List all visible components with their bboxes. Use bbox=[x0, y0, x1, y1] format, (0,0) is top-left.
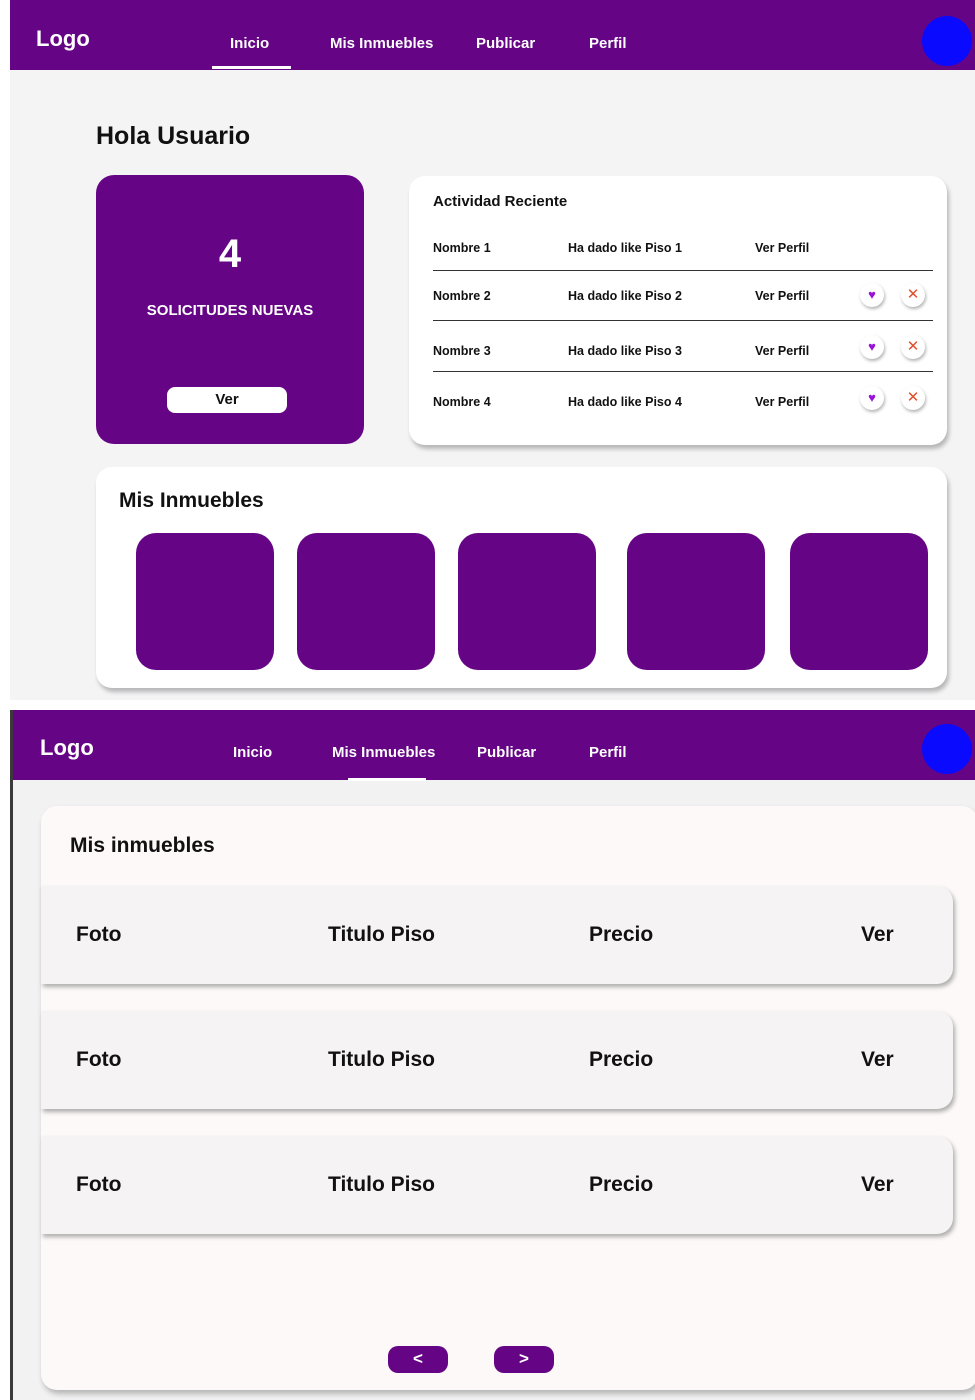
recent-activity-card: Actividad Reciente Nombre 1 Ha dado like… bbox=[409, 176, 947, 445]
view-profile-link[interactable]: Ver Perfil bbox=[755, 241, 809, 255]
avatar[interactable] bbox=[922, 16, 972, 66]
top-nav: Logo Inicio Mis Inmuebles Publicar Perfi… bbox=[13, 710, 975, 781]
activity-row: Nombre 2 Ha dado like Piso 2 Ver Perfil bbox=[433, 289, 933, 319]
close-icon[interactable]: ✕ bbox=[901, 283, 925, 307]
title-cell: Titulo Piso bbox=[328, 923, 435, 946]
nav-item-perfil[interactable]: Perfil bbox=[589, 744, 627, 761]
view-button[interactable]: Ver bbox=[861, 1173, 894, 1197]
price-cell: Precio bbox=[589, 1048, 654, 1071]
prev-page-button[interactable]: < bbox=[388, 1346, 448, 1373]
row-divider bbox=[433, 320, 933, 321]
nav-active-indicator bbox=[348, 778, 426, 781]
activity-row: Nombre 3 Ha dado like Piso 3 Ver Perfil bbox=[433, 344, 933, 374]
view-profile-link[interactable]: Ver Perfil bbox=[755, 289, 809, 303]
property-tile[interactable] bbox=[790, 533, 928, 670]
property-tile[interactable] bbox=[458, 533, 596, 670]
top-nav: Logo Inicio Mis Inmuebles Publicar Perfi… bbox=[10, 0, 975, 70]
view-button[interactable]: Ver bbox=[861, 923, 894, 947]
nav-item-perfil[interactable]: Perfil bbox=[589, 35, 627, 52]
next-page-button[interactable]: > bbox=[494, 1346, 554, 1373]
requests-card: 4 SOLICITUDES NUEVAS Ver bbox=[96, 175, 364, 444]
close-icon[interactable]: ✕ bbox=[901, 386, 925, 410]
activity-action: Ha dado like Piso 1 bbox=[568, 241, 682, 255]
heart-icon[interactable]: ♥ bbox=[860, 386, 884, 410]
requests-label: SOLICITUDES NUEVAS bbox=[146, 302, 314, 319]
page-title: Hola Usuario bbox=[96, 122, 251, 150]
activity-row: Nombre 1 Ha dado like Piso 1 Ver Perfil bbox=[433, 241, 933, 271]
activity-name: Nombre 2 bbox=[433, 289, 491, 303]
listing-canvas: Logo Inicio Mis Inmuebles Publicar Perfi… bbox=[10, 710, 975, 1400]
activity-action: Ha dado like Piso 3 bbox=[568, 344, 682, 358]
requests-count: 4 bbox=[218, 232, 242, 276]
activity-action: Ha dado like Piso 2 bbox=[568, 289, 682, 303]
nav-item-publicar[interactable]: Publicar bbox=[476, 35, 535, 52]
title-cell: Titulo Piso bbox=[328, 1173, 435, 1196]
table-row[interactable]: Foto Titulo Piso Precio Ver bbox=[41, 1136, 953, 1234]
dashboard-canvas: Logo Inicio Mis Inmuebles Publicar Perfi… bbox=[10, 0, 975, 700]
view-profile-link[interactable]: Ver Perfil bbox=[755, 395, 809, 409]
page-title: Mis inmuebles bbox=[70, 834, 215, 857]
property-tile[interactable] bbox=[297, 533, 435, 670]
logo[interactable]: Logo bbox=[36, 26, 90, 52]
view-requests-button[interactable]: Ver bbox=[167, 387, 287, 413]
nav-item-mis-inmuebles[interactable]: Mis Inmuebles bbox=[332, 744, 435, 761]
title-cell: Titulo Piso bbox=[328, 1048, 435, 1071]
photo-cell: Foto bbox=[76, 923, 122, 946]
price-cell: Precio bbox=[589, 1173, 654, 1196]
close-icon[interactable]: ✕ bbox=[901, 335, 925, 359]
heart-icon[interactable]: ♥ bbox=[860, 335, 884, 359]
nav-item-mis-inmuebles[interactable]: Mis Inmuebles bbox=[330, 35, 433, 52]
properties-title: Mis Inmuebles bbox=[119, 489, 264, 512]
activity-name: Nombre 4 bbox=[433, 395, 491, 409]
activity-row: Nombre 4 Ha dado like Piso 4 Ver Perfil bbox=[433, 395, 933, 425]
listing-screen: Logo Inicio Mis Inmuebles Publicar Perfi… bbox=[0, 710, 975, 1400]
row-divider bbox=[433, 371, 933, 372]
nav-item-publicar[interactable]: Publicar bbox=[477, 744, 536, 761]
heart-icon[interactable]: ♥ bbox=[860, 283, 884, 307]
activity-title: Actividad Reciente bbox=[433, 193, 568, 210]
dashboard-screen: Logo Inicio Mis Inmuebles Publicar Perfi… bbox=[0, 0, 975, 700]
nav-item-inicio[interactable]: Inicio bbox=[233, 744, 272, 761]
view-profile-link[interactable]: Ver Perfil bbox=[755, 344, 809, 358]
photo-cell: Foto bbox=[76, 1173, 122, 1196]
property-tile[interactable] bbox=[136, 533, 274, 670]
photo-cell: Foto bbox=[76, 1048, 122, 1071]
table-row[interactable]: Foto Titulo Piso Precio Ver bbox=[41, 886, 953, 984]
my-properties-card: Mis Inmuebles bbox=[96, 467, 947, 688]
activity-name: Nombre 1 bbox=[433, 241, 491, 255]
activity-action: Ha dado like Piso 4 bbox=[568, 395, 682, 409]
nav-active-indicator bbox=[212, 66, 291, 69]
price-cell: Precio bbox=[589, 923, 654, 946]
view-button[interactable]: Ver bbox=[861, 1048, 894, 1072]
table-row[interactable]: Foto Titulo Piso Precio Ver bbox=[41, 1011, 953, 1109]
nav-item-inicio[interactable]: Inicio bbox=[230, 35, 269, 52]
row-divider bbox=[433, 270, 933, 271]
activity-name: Nombre 3 bbox=[433, 344, 491, 358]
property-tile[interactable] bbox=[627, 533, 765, 670]
avatar[interactable] bbox=[922, 724, 972, 774]
logo[interactable]: Logo bbox=[40, 735, 94, 761]
